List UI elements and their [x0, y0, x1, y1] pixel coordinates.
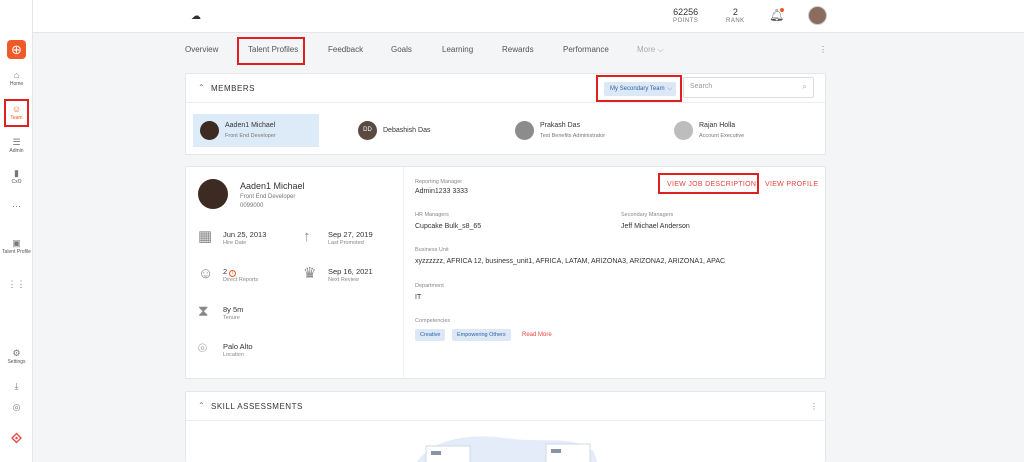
profile-avatar: [198, 179, 228, 209]
highlight-box-talent-profiles: [237, 37, 305, 65]
sidebar-item-admin[interactable]: ☰ Admin: [0, 137, 33, 154]
skill-assessments-card: ⌃ SKILL ASSESSMENTS ⋮: [185, 391, 826, 462]
highlight-box-view-job-description: [658, 173, 759, 194]
sidebar-item-apps[interactable]: ⋮⋮: [0, 279, 33, 289]
calendar-icon: ▦: [198, 228, 213, 245]
arrow-up-icon: ↑: [303, 228, 311, 245]
tab-learning[interactable]: Learning: [442, 45, 473, 54]
collapse-chevron-icon[interactable]: ⌃: [198, 401, 205, 410]
highlight-box-team: [4, 99, 29, 127]
user-avatar[interactable]: [808, 6, 827, 25]
members-title: MEMBERS: [211, 84, 255, 93]
competency-chip: Empowering Others: [452, 329, 511, 341]
people-icon: ☺: [198, 265, 214, 282]
skill-card-header: ⌃ SKILL ASSESSMENTS ⋮: [186, 392, 825, 421]
profile-role: Front End Developer: [240, 194, 296, 200]
profile-name: Aaden1 Michael: [240, 181, 305, 191]
members-card-header: ⌃ MEMBERS My Secondary Team ⌵ Search ⌕: [186, 74, 825, 103]
apps-grid-icon: ⋮⋮: [7, 279, 26, 289]
business-unit-value: xyzzzzzz, AFRICA 12, business_unit1, AFR…: [415, 258, 726, 265]
member-card-aaden1-michael[interactable]: Aaden1 Michael Front End Developer: [193, 114, 319, 147]
info-icon[interactable]: i: [229, 270, 237, 277]
plus-circle-icon[interactable]: ⊕: [7, 40, 26, 59]
profile-divider: [403, 167, 404, 377]
sidebar-item-help[interactable]: ◎: [0, 402, 33, 412]
left-sidebar: ⊕ ⌂ Home ☺ Team ☰ Admin ▮ CxO ··· ▣ Tale…: [0, 0, 33, 462]
sidebar-item-home[interactable]: ⌂ Home: [0, 70, 33, 87]
brand-logo: ⟐: [10, 430, 23, 446]
members-card: ⌃ MEMBERS My Secondary Team ⌵ Search ⌕ Aa…: [185, 73, 826, 155]
hourglass-icon: ⧗: [198, 303, 209, 320]
home-icon: ⌂: [13, 70, 20, 80]
chart-icon: ▮: [14, 168, 19, 178]
download-icon: ⤓: [14, 381, 19, 391]
avatar: [515, 121, 534, 140]
points-stat: 62256 POINTS: [673, 7, 699, 24]
search-input[interactable]: Search ⌕: [683, 77, 814, 98]
department-value: IT: [415, 294, 422, 301]
profile-card-icon: ▣: [12, 238, 21, 248]
member-card-rajan-holla[interactable]: Rajan Holla Account Executive: [667, 114, 787, 147]
reporting-manager-value: Admin1233 3333: [415, 188, 468, 195]
tab-goals[interactable]: Goals: [391, 45, 412, 54]
avatar: [674, 121, 693, 140]
hr-managers-value: Cupcake Bulk_s8_65: [415, 223, 482, 230]
sidebar-item-download[interactable]: ⤓: [0, 381, 33, 391]
top-header: ☁ 62256 POINTS 2 RANK 🔔︎: [33, 0, 1024, 33]
tab-rewards[interactable]: Rewards: [502, 45, 534, 54]
gear-icon: ⚙: [12, 348, 21, 358]
empty-state-illustration: [417, 436, 598, 462]
nav-tabs: Overview Talent Profiles Feedback Goals …: [33, 33, 1024, 95]
sidebar-item-cxo[interactable]: ▮ CxO: [0, 168, 33, 185]
location-pin-icon: ⌾: [198, 340, 208, 357]
trophy-icon: ♛: [303, 265, 317, 282]
highlight-box-team-select: [596, 75, 682, 102]
search-icon: ⌕: [802, 82, 807, 91]
tab-feedback[interactable]: Feedback: [328, 45, 363, 54]
secondary-managers-value: Jeff Michael Anderson: [621, 223, 690, 230]
read-more-link[interactable]: Read More: [522, 332, 552, 338]
profile-employee-id: 0099000: [240, 203, 264, 209]
competency-chip: Creative: [415, 329, 446, 341]
member-card-prakash-das[interactable]: Prakash Das Test Benefits Administrator: [508, 114, 648, 147]
admin-icon: ☰: [12, 137, 21, 147]
rank-stat: 2 RANK: [726, 7, 745, 24]
help-icon: ◎: [12, 402, 21, 412]
tab-more[interactable]: More ⌵: [637, 45, 664, 55]
avatar: DD: [358, 121, 377, 140]
sidebar-item-more[interactable]: ···: [0, 201, 33, 211]
sidebar-item-talent-profile[interactable]: ▣ Talent Profile: [0, 238, 33, 255]
cloud-icon: ☁: [191, 11, 201, 22]
tab-overview[interactable]: Overview: [185, 45, 218, 54]
avatar: [200, 121, 219, 140]
view-profile-link[interactable]: VIEW PROFILE: [765, 181, 818, 188]
skill-assessments-title: SKILL ASSESSMENTS: [211, 402, 303, 411]
collapse-chevron-icon[interactable]: ⌃: [198, 83, 205, 92]
kebab-menu-icon[interactable]: ⋮: [819, 45, 827, 54]
kebab-menu-icon[interactable]: ⋮: [810, 402, 818, 411]
member-card-debashish-das[interactable]: DD Debashish Das: [351, 114, 471, 147]
notification-dot: [780, 8, 784, 12]
profile-card: Aaden1 Michael Front End Developer 00990…: [185, 166, 826, 379]
sidebar-item-settings[interactable]: ⚙ Settings: [0, 348, 33, 365]
tab-performance[interactable]: Performance: [563, 45, 609, 54]
more-dots-icon: ···: [12, 201, 21, 211]
